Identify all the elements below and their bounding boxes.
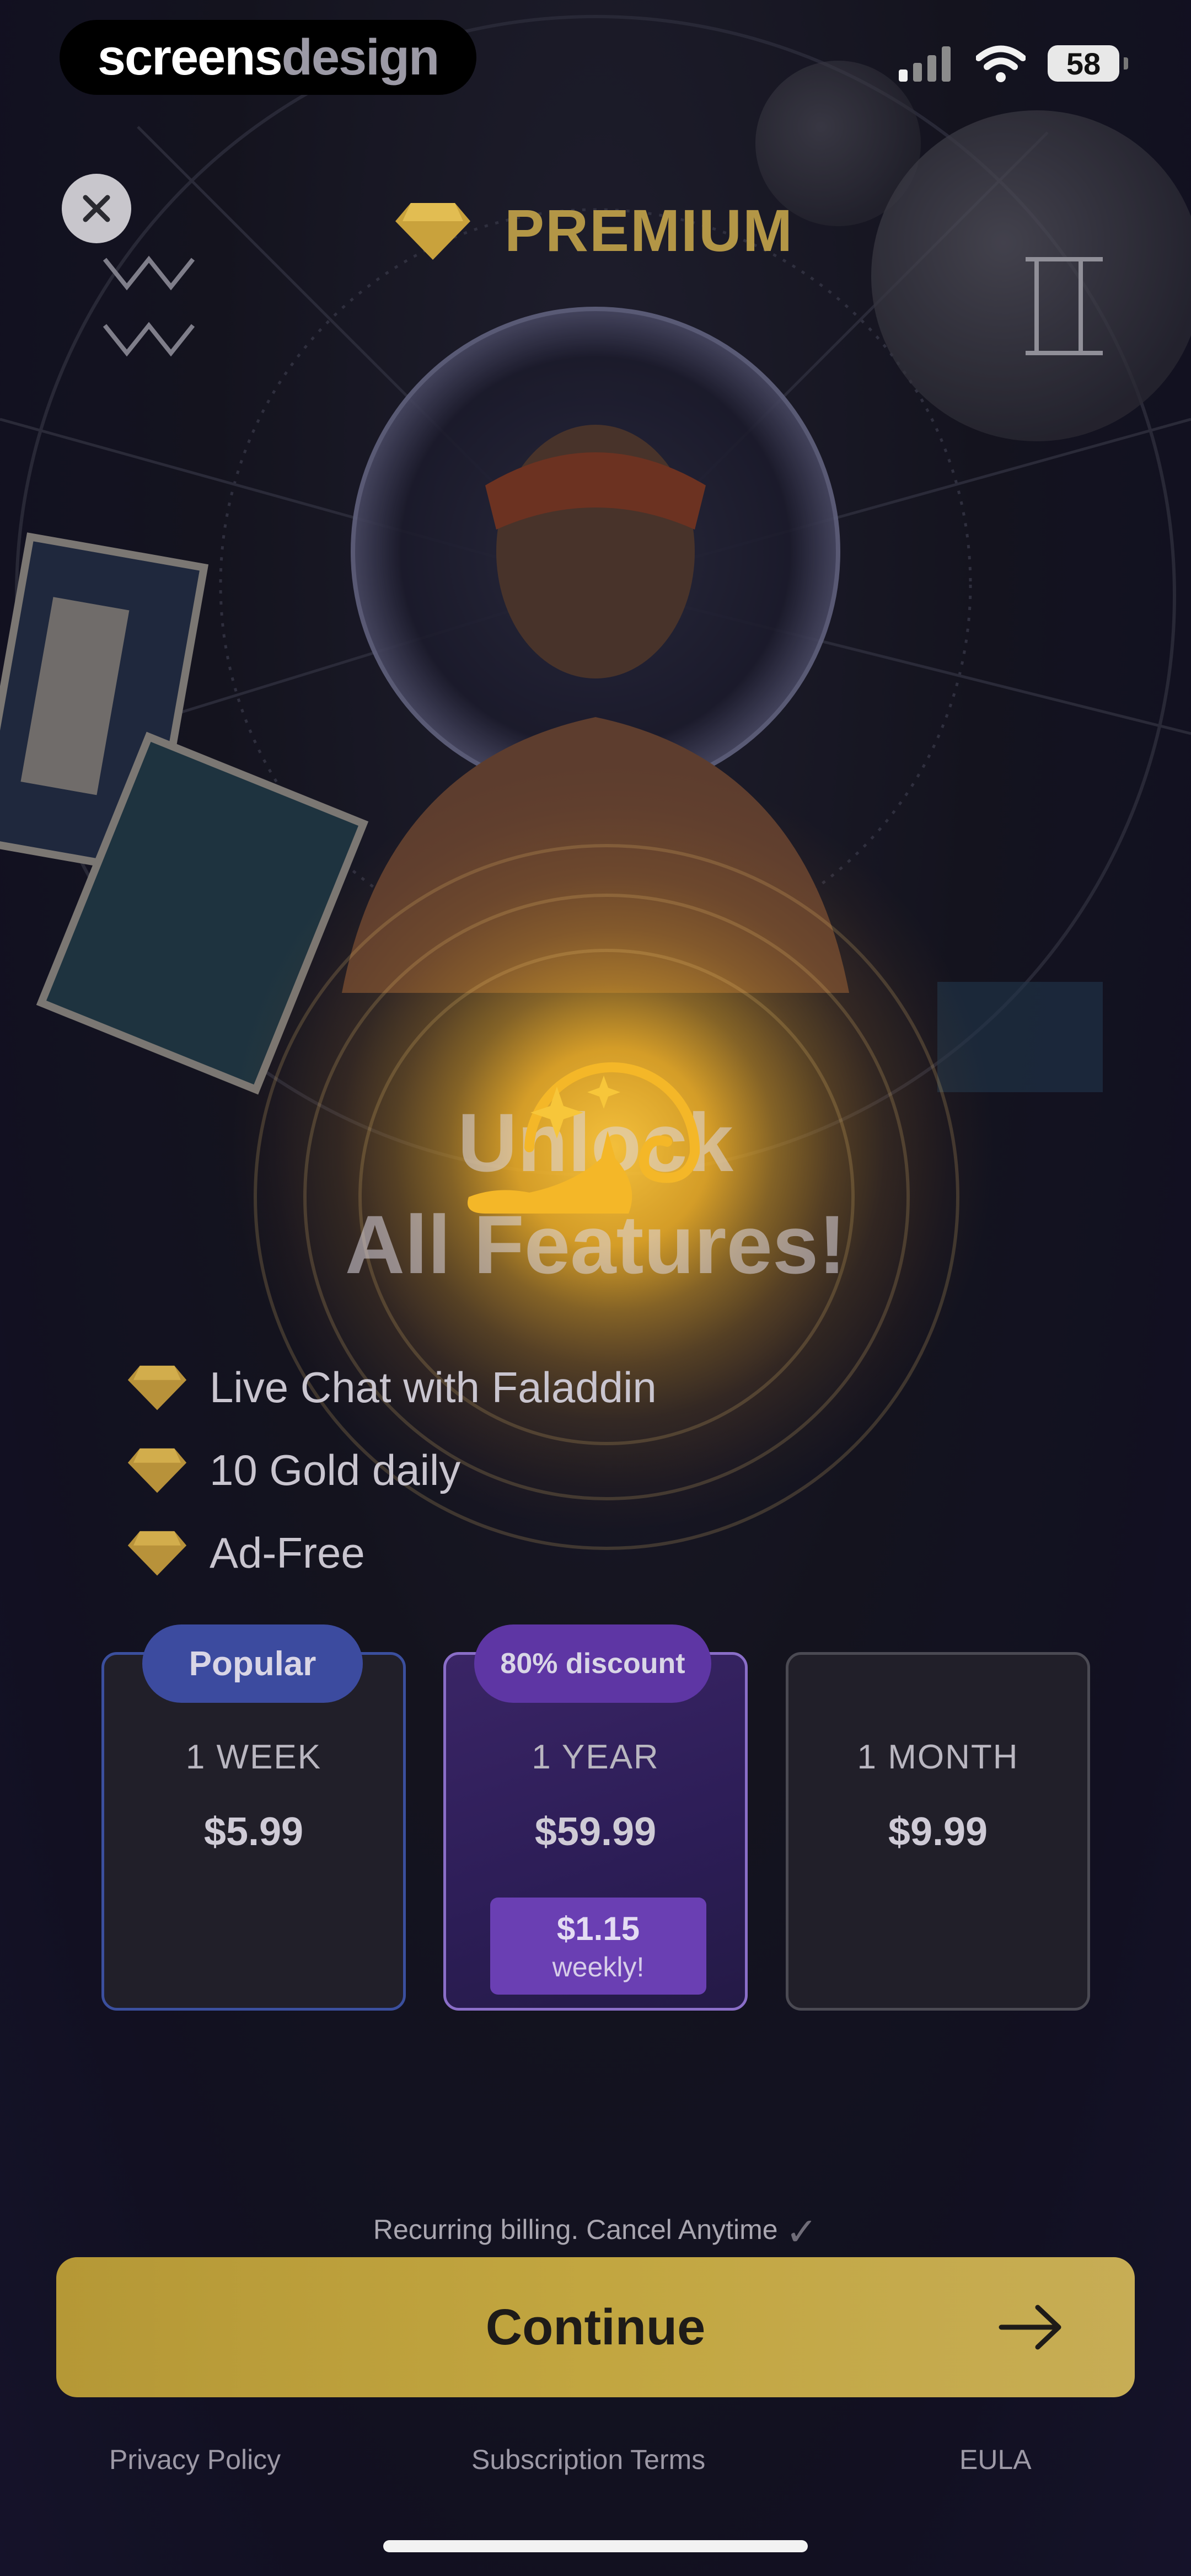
plan-price: $59.99 [534,1810,657,1854]
plan-card-month[interactable]: 1 MONTH $9.99 [786,1652,1090,2011]
plan-price: $9.99 [888,1810,988,1854]
brand-part-1: screens [97,29,283,85]
feature-label: 10 Gold daily [210,1445,461,1494]
arrow-right-icon [999,2305,1061,2350]
check-icon: ✓ [785,2210,818,2253]
feature-list: Live Chat with Faladdin 10 Gold daily Ad… [127,1346,657,1594]
billing-text: Recurring billing. Cancel Anytime [373,2214,778,2246]
plan-card-year[interactable]: 1 YEAR $59.99 $1.15 weekly! [443,1652,748,2011]
eula-link[interactable]: EULA [959,2444,1032,2476]
diamond-icon [127,1365,187,1410]
wifi-icon [976,45,1026,82]
brand-watermark: screens design [60,20,476,95]
lamp-icon [468,1062,700,1214]
diamond-icon [127,1531,187,1576]
privacy-policy-link[interactable]: Privacy Policy [109,2444,281,2476]
diamond-icon [127,1448,187,1493]
weekly-price: $1.15 [556,1910,640,1947]
billing-note: Recurring billing. Cancel Anytime ✓ [0,2209,1191,2254]
feature-item: Live Chat with Faladdin [127,1346,657,1429]
status-bar: 58 [899,44,1128,83]
premium-title: PREMIUM [505,197,793,264]
plan-card-week[interactable]: 1 WEEK $5.99 [101,1652,406,2011]
close-icon [83,195,110,222]
continue-label: Continue [485,2299,706,2355]
diamond-icon [395,202,470,260]
plan-name: 1 WEEK [185,1738,322,1776]
feature-item: Ad-Free [127,1511,657,1594]
signal-icon [899,46,951,82]
feature-label: Live Chat with Faladdin [210,1362,657,1412]
close-button[interactable] [62,174,131,243]
plan-name: 1 YEAR [532,1738,659,1776]
battery-indicator: 58 [1048,45,1128,82]
weekly-label: weekly! [552,1951,645,1982]
plan-name: 1 MONTH [857,1738,1019,1776]
feature-item: 10 Gold daily [127,1429,657,1511]
continue-button[interactable]: Continue [56,2257,1135,2397]
home-indicator [383,2540,808,2552]
feature-label: Ad-Free [210,1528,365,1577]
weekly-price-box: $1.15 weekly! [490,1898,706,1995]
discount-badge: 80% discount [474,1624,711,1703]
paywall-screen: screens design 58 PREMIUM Unlock All Fea… [0,0,1191,2576]
plan-price: $5.99 [203,1810,304,1854]
popular-badge: Popular [142,1624,363,1703]
subscription-terms-link[interactable]: Subscription Terms [471,2444,705,2476]
premium-header: PREMIUM [394,196,793,265]
brand-part-2: design [281,29,439,85]
